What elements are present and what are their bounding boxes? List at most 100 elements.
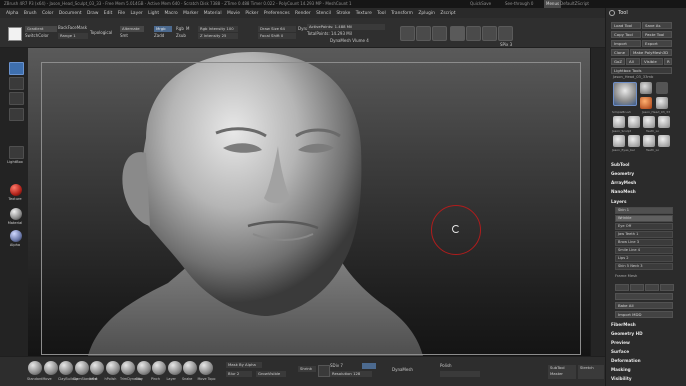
menu-item[interactable]: Layer [130,11,142,16]
bake-all-button[interactable]: Bake All [615,302,673,309]
layer-icon-button[interactable] [615,284,629,291]
menu-item[interactable]: Alpha [6,11,18,16]
r-button[interactable]: R [664,58,672,65]
resolution-slider[interactable]: Resolution 128 [330,371,372,377]
range-slider[interactable]: Range 1 [58,33,88,39]
tool-thumbnail[interactable] [658,135,670,147]
brush-icon[interactable] [183,361,197,375]
menu-item[interactable]: Stencil [316,11,331,16]
import-button[interactable]: Import [611,40,641,47]
material-sphere-red[interactable] [10,184,22,196]
tool-thumbnail[interactable] [628,135,640,147]
menu-item[interactable]: Picker [245,11,258,16]
brush-icon[interactable] [136,361,151,375]
tool-thumbnail[interactable] [656,97,668,109]
mrgb-button[interactable]: Mrgb [154,26,172,32]
move-mode-icon[interactable] [9,92,24,105]
layer-row[interactable]: Skin 5 Neck 3 [615,263,673,270]
layer-icon-button[interactable] [660,284,674,291]
alpha-settings-icon[interactable] [432,26,447,41]
menu-item[interactable]: Zscript [440,11,455,16]
tool-thumbnail[interactable] [656,82,668,94]
section-layers[interactable]: Layers [611,199,627,204]
menu-item[interactable]: Movie [227,11,240,16]
mask-by-alpha-button[interactable]: Mask By Alpha [226,362,262,368]
see-through-slider[interactable]: See-through 0 [505,0,533,8]
section-fibermesh[interactable]: FiberMesh [611,322,636,327]
brush-icon[interactable] [43,361,58,375]
brush-icon[interactable] [121,361,135,375]
topological-toggle[interactable]: Topological [90,30,112,36]
section-subtool[interactable]: SubTool [611,162,629,167]
dynamesh-button[interactable]: DynaMesh [392,367,413,373]
blur-slider[interactable]: Blur 2 [226,371,252,377]
tool-thumbnail[interactable] [643,116,655,128]
draw-size-slider[interactable]: Draw Size 64 [258,26,296,32]
grow-visible-button[interactable]: GrowVisible [256,371,286,377]
menu-item[interactable]: Macro [164,11,177,16]
section-visibility[interactable]: Visibility [611,376,632,381]
brush-icon[interactable] [59,361,73,375]
perspective-icon[interactable] [466,26,481,41]
switch-color-button[interactable]: SwitchColor [25,33,57,39]
stretch-button[interactable]: Stretch [578,365,604,379]
export-button[interactable]: Export [642,40,672,47]
tool-thumbnail[interactable] [658,116,670,128]
local-symmetry-icon[interactable] [482,26,497,41]
brush-icon[interactable] [28,361,42,375]
brush-icon[interactable] [105,361,120,375]
tool-thumbnail[interactable] [640,97,652,109]
layer-icon-button[interactable] [645,284,659,291]
menu-item[interactable]: Draw [87,11,98,16]
layer-row[interactable]: Brow Line 3 [615,239,673,246]
z-intensity-slider[interactable]: Z Intensity 25 [198,33,238,39]
main-color-swatch[interactable] [8,27,22,41]
tool-thumbnail[interactable] [640,82,652,94]
section-preview[interactable]: Preview [611,340,630,345]
menu-item[interactable]: Brush [24,11,37,16]
section-surface[interactable]: Surface [611,349,629,354]
import-mdd-button[interactable]: Import MDD [615,311,673,318]
quicksave-button[interactable]: QuickSave [470,0,491,8]
frame-icon[interactable] [498,26,513,41]
alternate-toggle[interactable]: Alternate [120,26,144,32]
menu-item[interactable]: File [118,11,125,16]
layer-row[interactable]: Smile Line 4 [615,247,673,254]
section-nanomesh[interactable]: NanoMesh [611,189,636,194]
polish-slider[interactable] [440,371,480,377]
menu-item[interactable]: Marker [183,11,198,16]
menu-item[interactable]: Texture [356,11,372,16]
tool-thumbnail[interactable] [643,135,655,147]
brush-icon[interactable] [152,361,166,375]
menu-item[interactable]: Color [42,11,53,16]
menu-item[interactable]: Light [148,11,159,16]
menu-item[interactable]: Tool [377,11,386,16]
brush-icon[interactable] [167,361,182,375]
menu-item[interactable]: Transform [391,11,413,16]
layer-row[interactable]: Wrinkle [615,215,673,222]
section-geometry[interactable]: Geometry [611,171,634,176]
layer-row[interactable]: Skin 1 [615,207,673,214]
stroke-settings-icon[interactable] [416,26,431,41]
zsub-button[interactable]: Zsub [176,33,186,39]
menu-item[interactable]: Render [295,11,311,16]
current-tool-thumbnail[interactable] [613,82,637,106]
edit-mode-icon[interactable] [9,62,24,75]
brush-settings-icon[interactable] [400,26,415,41]
tool-thumbnail[interactable] [628,116,640,128]
copy-tool-button[interactable]: Copy Tool [611,31,641,38]
all-button[interactable]: All [626,58,640,65]
rgb-intensity-slider[interactable]: Rgb Intensity 100 [198,26,238,32]
focal-shift-slider[interactable]: Focal Shift 0 [258,33,296,39]
goz-button[interactable]: GoZ [611,58,625,65]
lightbox-icon[interactable] [9,146,24,159]
menu-item[interactable]: Stroke [336,11,350,16]
smt-toggle[interactable] [362,363,376,369]
tool-thumbnail[interactable] [613,116,625,128]
m-button[interactable]: M [186,26,189,32]
layer-row[interactable]: Eye Off [615,223,673,230]
section-deformation[interactable]: Deformation [611,358,641,363]
scale-mode-icon[interactable] [9,108,24,121]
shrink-button[interactable]: Shrink [298,366,316,372]
brush-icon[interactable] [74,361,89,375]
